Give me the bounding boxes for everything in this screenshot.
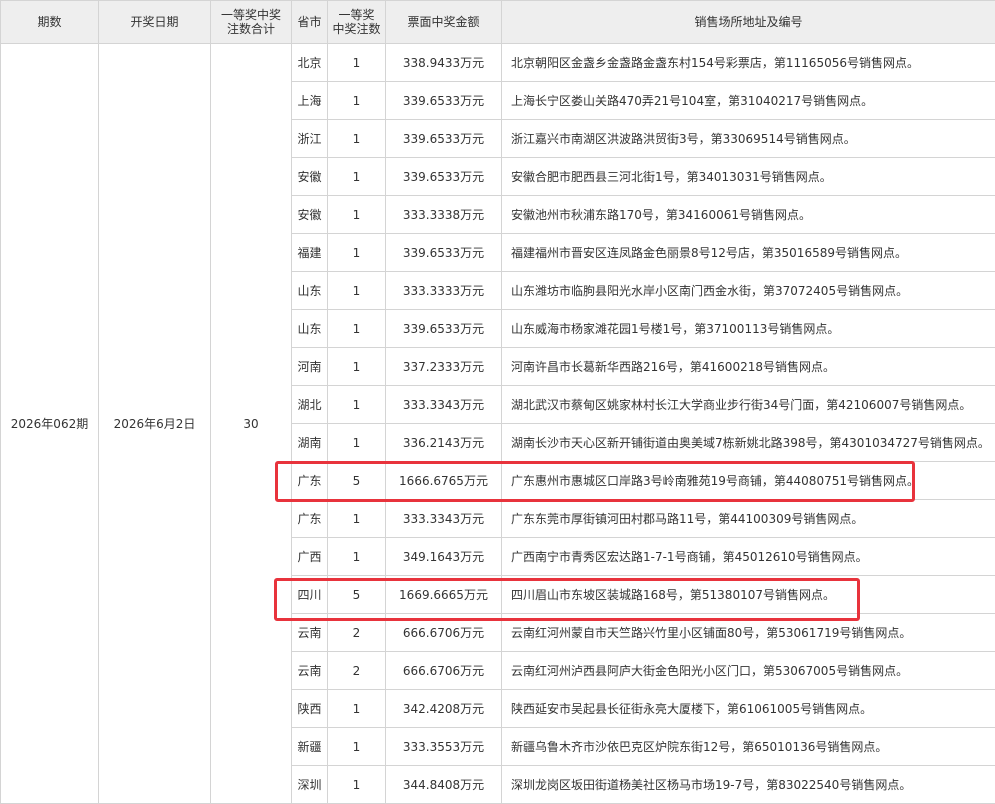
address-cell: 安徽池州市秋浦东路170号，第34160061号销售网点。 xyxy=(502,196,995,234)
province-cell: 上海 xyxy=(292,82,328,120)
address-cell: 云南红河州蒙自市天竺路兴竹里小区铺面80号，第53061719号销售网点。 xyxy=(502,614,995,652)
amount-cell: 1669.6665万元 xyxy=(386,576,502,614)
province-cell: 湖北 xyxy=(292,386,328,424)
address-cell: 福建福州市晋安区连凤路金色丽景8号12号店，第35016589号销售网点。 xyxy=(502,234,995,272)
address-cell: 四川眉山市东坡区装城路168号，第51380107号销售网点。 xyxy=(502,576,995,614)
amount-cell: 339.6533万元 xyxy=(386,120,502,158)
header-total-line2: 注数合计 xyxy=(227,22,275,36)
amount-cell: 666.6706万元 xyxy=(386,614,502,652)
province-cell: 云南 xyxy=(292,614,328,652)
count-cell: 1 xyxy=(328,728,386,766)
address-cell: 深圳龙岗区坂田街道杨美社区杨马市场19-7号，第83022540号销售网点。 xyxy=(502,766,995,804)
header-province: 省市 xyxy=(292,1,328,44)
count-cell: 1 xyxy=(328,158,386,196)
province-cell: 云南 xyxy=(292,652,328,690)
province-cell: 安徽 xyxy=(292,196,328,234)
province-cell: 安徽 xyxy=(292,158,328,196)
count-cell: 1 xyxy=(328,690,386,728)
address-cell: 北京朝阳区金盏乡金盏路金盏东村154号彩票店，第11165056号销售网点。 xyxy=(502,44,995,82)
amount-cell: 342.4208万元 xyxy=(386,690,502,728)
province-cell: 浙江 xyxy=(292,120,328,158)
amount-cell: 339.6533万元 xyxy=(386,82,502,120)
count-cell: 1 xyxy=(328,500,386,538)
header-count-line2: 中奖注数 xyxy=(332,22,380,36)
address-cell: 广西南宁市青秀区宏达路1-7-1号商铺，第45012610号销售网点。 xyxy=(502,538,995,576)
province-cell: 山东 xyxy=(292,310,328,348)
total-cell: 30 xyxy=(211,44,292,804)
count-cell: 1 xyxy=(328,766,386,804)
count-cell: 1 xyxy=(328,120,386,158)
count-cell: 1 xyxy=(328,424,386,462)
header-total-line1: 一等奖中奖 xyxy=(221,8,281,22)
count-cell: 1 xyxy=(328,272,386,310)
province-cell: 广东 xyxy=(292,462,328,500)
header-issue: 期数 xyxy=(1,1,99,44)
address-cell: 河南许昌市长葛新华西路216号，第41600218号销售网点。 xyxy=(502,348,995,386)
header-row: 期数 开奖日期 一等奖中奖注数合计 省市 一等奖中奖注数 票面中奖金额 销售场所… xyxy=(1,1,995,44)
province-cell: 河南 xyxy=(292,348,328,386)
address-cell: 山东潍坊市临朐县阳光水岸小区南门西金水街，第37072405号销售网点。 xyxy=(502,272,995,310)
date-cell: 2026年6月2日 xyxy=(99,44,211,804)
count-cell: 1 xyxy=(328,196,386,234)
province-cell: 湖南 xyxy=(292,424,328,462)
count-cell: 2 xyxy=(328,614,386,652)
address-cell: 上海长宁区娄山关路470弄21号104室，第31040217号销售网点。 xyxy=(502,82,995,120)
count-cell: 1 xyxy=(328,310,386,348)
amount-cell: 666.6706万元 xyxy=(386,652,502,690)
address-cell: 安徽合肥市肥西县三河北街1号，第34013031号销售网点。 xyxy=(502,158,995,196)
header-date: 开奖日期 xyxy=(99,1,211,44)
amount-cell: 333.3343万元 xyxy=(386,500,502,538)
amount-cell: 339.6533万元 xyxy=(386,310,502,348)
amount-cell: 339.6533万元 xyxy=(386,158,502,196)
count-cell: 1 xyxy=(328,44,386,82)
header-address: 销售场所地址及编号 xyxy=(502,1,995,44)
address-cell: 广东东莞市厚街镇河田村郡马路11号，第44100309号销售网点。 xyxy=(502,500,995,538)
address-cell: 广东惠州市惠城区口岸路3号岭南雅苑19号商铺，第44080751号销售网点。 xyxy=(502,462,995,500)
address-cell: 云南红河州泸西县阿庐大街金色阳光小区门口，第53067005号销售网点。 xyxy=(502,652,995,690)
amount-cell: 344.8408万元 xyxy=(386,766,502,804)
count-cell: 1 xyxy=(328,538,386,576)
address-cell: 陕西延安市吴起县长征街永亮大厦楼下，第61061005号销售网点。 xyxy=(502,690,995,728)
amount-cell: 336.2143万元 xyxy=(386,424,502,462)
count-cell: 1 xyxy=(328,82,386,120)
header-total: 一等奖中奖注数合计 xyxy=(211,1,292,44)
amount-cell: 339.6533万元 xyxy=(386,234,502,272)
address-cell: 湖南长沙市天心区新开铺街道由奥美域7栋新姚北路398号，第4301034727号… xyxy=(502,424,995,462)
province-cell: 山东 xyxy=(292,272,328,310)
amount-cell: 333.3343万元 xyxy=(386,386,502,424)
province-cell: 北京 xyxy=(292,44,328,82)
header-count-line1: 一等奖 xyxy=(338,8,374,22)
issue-cell: 2026年062期 xyxy=(1,44,99,804)
amount-cell: 338.9433万元 xyxy=(386,44,502,82)
province-cell: 广东 xyxy=(292,500,328,538)
header-amount: 票面中奖金额 xyxy=(386,1,502,44)
amount-cell: 333.3338万元 xyxy=(386,196,502,234)
address-cell: 浙江嘉兴市南湖区洪波路洪贸街3号，第33069514号销售网点。 xyxy=(502,120,995,158)
count-cell: 1 xyxy=(328,234,386,272)
address-cell: 湖北武汉市蔡甸区姚家林村长江大学商业步行街34号门面，第42106007号销售网… xyxy=(502,386,995,424)
count-cell: 5 xyxy=(328,576,386,614)
amount-cell: 333.3553万元 xyxy=(386,728,502,766)
count-cell: 5 xyxy=(328,462,386,500)
province-cell: 新疆 xyxy=(292,728,328,766)
amount-cell: 337.2333万元 xyxy=(386,348,502,386)
table-row: 2026年062期 2026年6月2日 30 北京 1 338.9433万元 北… xyxy=(1,44,995,82)
count-cell: 1 xyxy=(328,348,386,386)
amount-cell: 349.1643万元 xyxy=(386,538,502,576)
count-cell: 2 xyxy=(328,652,386,690)
province-cell: 陕西 xyxy=(292,690,328,728)
lottery-winners-table: 期数 开奖日期 一等奖中奖注数合计 省市 一等奖中奖注数 票面中奖金额 销售场所… xyxy=(0,0,995,804)
amount-cell: 333.3333万元 xyxy=(386,272,502,310)
province-cell: 四川 xyxy=(292,576,328,614)
province-cell: 深圳 xyxy=(292,766,328,804)
amount-cell: 1666.6765万元 xyxy=(386,462,502,500)
province-cell: 广西 xyxy=(292,538,328,576)
table-body: 2026年062期 2026年6月2日 30 北京 1 338.9433万元 北… xyxy=(1,44,995,804)
province-cell: 福建 xyxy=(292,234,328,272)
count-cell: 1 xyxy=(328,386,386,424)
header-count: 一等奖中奖注数 xyxy=(328,1,386,44)
address-cell: 新疆乌鲁木齐市沙依巴克区炉院东街12号，第65010136号销售网点。 xyxy=(502,728,995,766)
address-cell: 山东威海市杨家滩花园1号楼1号，第37100113号销售网点。 xyxy=(502,310,995,348)
